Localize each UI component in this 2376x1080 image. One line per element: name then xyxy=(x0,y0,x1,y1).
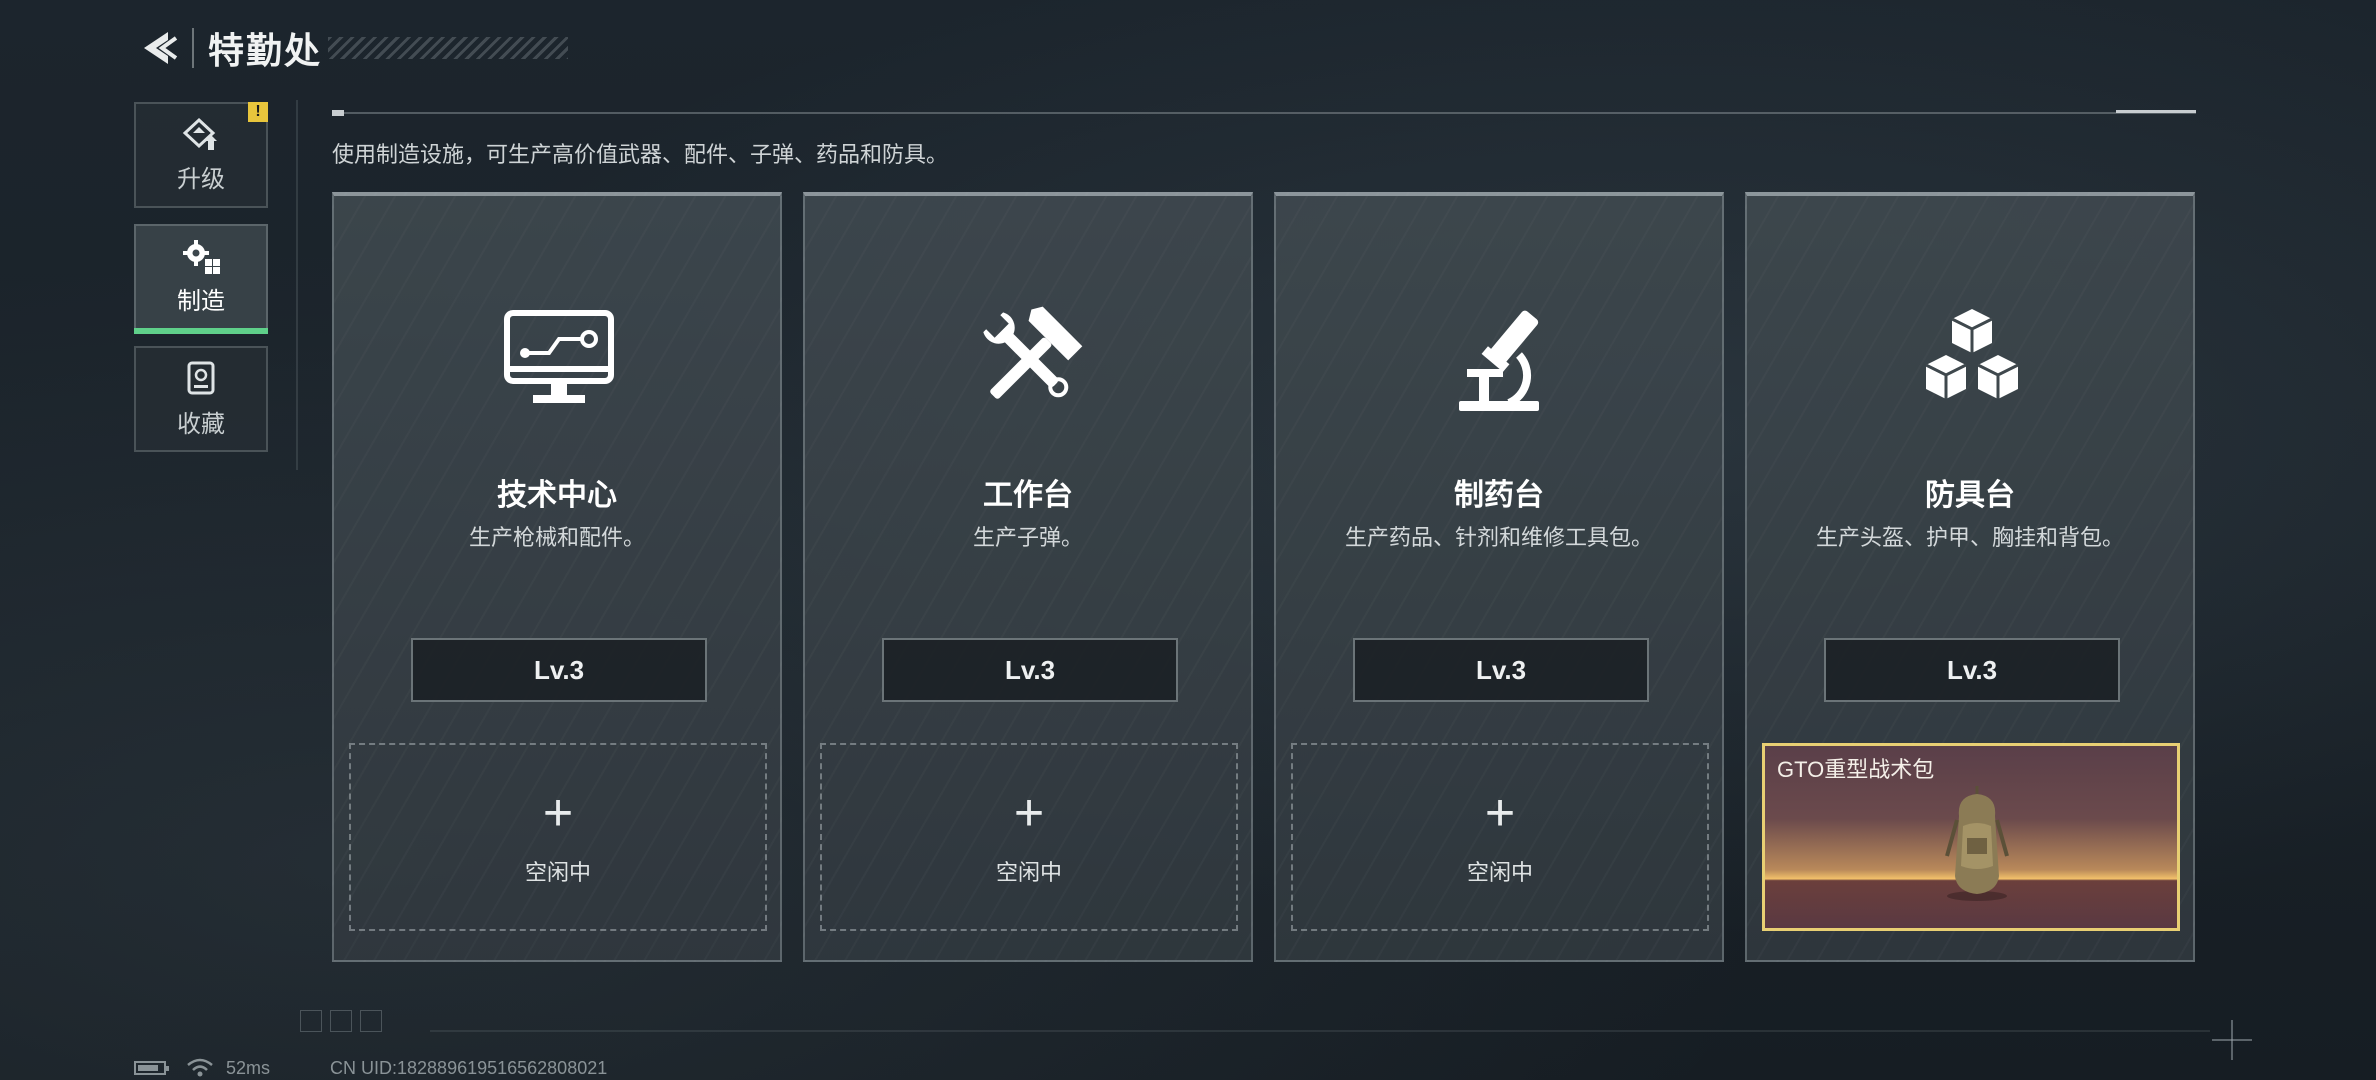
station-level[interactable]: Lv.3 xyxy=(1824,638,2120,702)
top-divider xyxy=(332,112,2196,114)
upgrade-icon xyxy=(182,117,217,150)
user-uid: CN UID:182889619516562808021 xyxy=(330,1057,608,1078)
production-slot[interactable]: + 空闲中 xyxy=(349,743,767,931)
gears-icon xyxy=(183,239,220,274)
production-slot[interactable]: + 空闲中 xyxy=(820,743,1238,931)
sidebar-item-crafting[interactable]: 制造 xyxy=(134,224,268,334)
section-description: 使用制造设施，可生产高价值武器、配件、子弹、药品和防具。 xyxy=(332,142,949,167)
battery-icon xyxy=(134,1061,169,1075)
station-name: 防具台 xyxy=(1925,479,2015,512)
sidebar-item-label: 升级 xyxy=(177,165,225,193)
station-description: 生产枪械和配件。 xyxy=(468,525,645,550)
slot-status: 空闲中 xyxy=(1466,860,1533,885)
top-divider-cap xyxy=(332,110,344,116)
station-card-armor[interactable]: 防具台 生产头盔、护甲、胸挂和背包。 Lv.3 GTO重型战术包 xyxy=(1745,192,2195,962)
sidebar-item-upgrade[interactable]: ! 升级 xyxy=(134,102,268,208)
microscope-icon xyxy=(1459,310,1539,411)
backpack-icon xyxy=(1945,786,2009,901)
slot-status: 空闲中 xyxy=(524,860,591,885)
cubes-icon xyxy=(1925,309,2019,399)
back-arrow-icon xyxy=(144,32,178,64)
station-icon-wrap xyxy=(970,304,1090,414)
station-description: 生产子弹。 xyxy=(972,525,1083,550)
production-slot[interactable]: + 空闲中 xyxy=(1291,743,1709,931)
wifi-icon xyxy=(187,1058,213,1077)
station-name: 制药台 xyxy=(1454,479,1544,512)
slot-status: 空闲中 xyxy=(995,860,1062,885)
plus-icon: + xyxy=(542,784,574,842)
bottom-decoration xyxy=(300,1010,450,1032)
back-button[interactable] xyxy=(134,24,182,72)
header: 特勤处 xyxy=(134,24,569,72)
station-level[interactable]: Lv.3 xyxy=(1353,638,1649,702)
header-divider xyxy=(192,28,194,68)
sidebar-item-label: 制造 xyxy=(177,287,225,315)
station-icon-wrap xyxy=(1912,304,2032,414)
station-card-tech-center[interactable]: 技术中心 生产枪械和配件。 Lv.3 + 空闲中 xyxy=(332,192,782,962)
ping-value: 52ms xyxy=(226,1057,271,1078)
production-slot-item[interactable]: GTO重型战术包 xyxy=(1762,743,2180,931)
station-description: 生产头盔、护甲、胸挂和背包。 xyxy=(1815,525,2124,550)
sidebar-item-label: 收藏 xyxy=(177,410,225,438)
monitor-circuit-icon xyxy=(504,310,614,403)
station-name: 技术中心 xyxy=(497,479,617,512)
top-divider-cap xyxy=(2116,110,2196,113)
station-level[interactable]: Lv.3 xyxy=(882,638,1178,702)
station-card-workbench[interactable]: 工作台 生产子弹。 Lv.3 + 空闲中 xyxy=(803,192,1253,962)
sidebar-item-collection[interactable]: 收藏 xyxy=(134,346,268,452)
bottom-divider xyxy=(430,1030,2210,1032)
station-card-pharmacy[interactable]: 制药台 生产药品、针剂和维修工具包。 Lv.3 + 空闲中 xyxy=(1274,192,1724,962)
hammer-wrench-icon xyxy=(983,306,1083,399)
station-icon-wrap xyxy=(1441,304,1561,414)
plus-icon: + xyxy=(1013,784,1045,842)
station-icon-wrap xyxy=(499,304,619,414)
divider-line xyxy=(296,100,298,470)
collection-icon xyxy=(187,361,215,394)
sidebar: ! 升级 制造 收藏 xyxy=(134,102,272,468)
page-title: 特勤处 xyxy=(208,30,323,71)
status-bar: 52ms CN UID:182889619516562808021 xyxy=(134,1056,607,1080)
alert-badge: ! xyxy=(248,102,268,122)
plus-icon: + xyxy=(1484,784,1516,842)
title-decoration xyxy=(328,37,569,59)
station-name: 工作台 xyxy=(983,479,1073,512)
item-name: GTO重型战术包 xyxy=(1777,757,1935,782)
station-level[interactable]: Lv.3 xyxy=(411,638,707,702)
crosshair-decoration xyxy=(2212,1020,2252,1060)
station-description: 生产药品、针剂和维修工具包。 xyxy=(1344,525,1653,550)
